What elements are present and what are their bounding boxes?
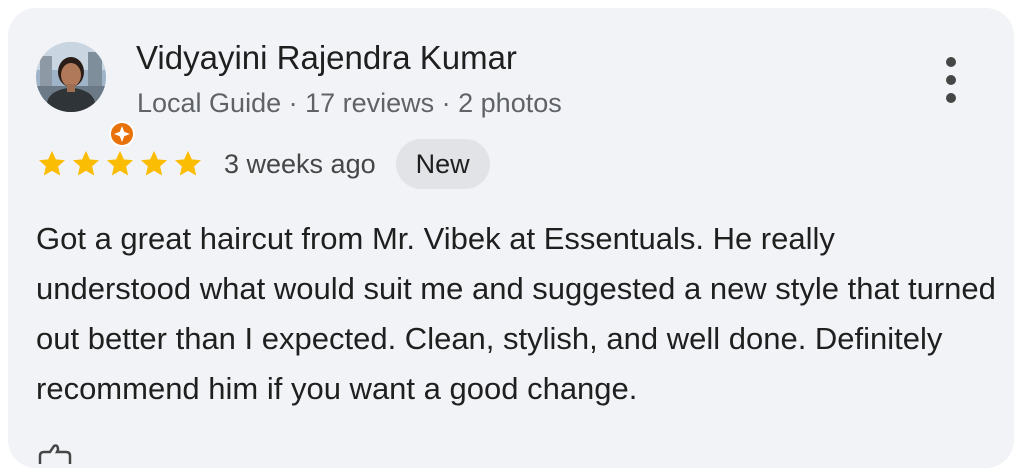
star-icon [138, 148, 170, 180]
review-text: Got a great haircut from Mr. Vibek at Es… [36, 221, 996, 406]
new-badge: New [395, 139, 490, 189]
reviewer-meta: Local Guide · 17 reviews · 2 photos [137, 88, 562, 118]
review-age: 3 weeks ago [224, 148, 376, 179]
star-icon [172, 148, 204, 180]
star-icon [104, 148, 136, 180]
avatar-photo [36, 42, 106, 112]
star-icon [70, 148, 102, 180]
more-vertical-icon-dot [946, 75, 956, 85]
review-card: Vidyayini Rajendra Kumar Local Guide · 1… [8, 8, 1014, 468]
more-options-button[interactable] [926, 50, 976, 110]
star-icon [36, 148, 68, 180]
thumbs-up-icon[interactable] [36, 444, 76, 464]
reviewer-avatar[interactable] [36, 42, 135, 147]
star-rating [36, 148, 204, 180]
more-vertical-icon [946, 57, 956, 67]
more-vertical-icon-dot [946, 93, 956, 103]
rating-row: 3 weeks ago New [36, 138, 490, 190]
reviewer-name[interactable]: Vidyayini Rajendra Kumar [136, 38, 517, 78]
